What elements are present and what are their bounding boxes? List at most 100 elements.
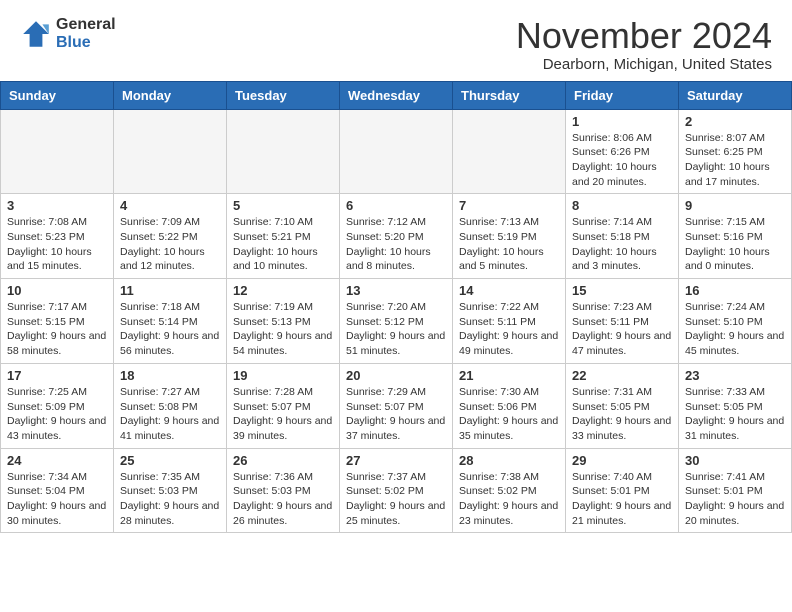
day-number: 30 [685,453,785,468]
calendar-day-cell: 28 Sunrise: 7:38 AMSunset: 5:02 PMDayligh… [453,448,566,533]
day-number: 25 [120,453,220,468]
calendar-day-cell: 22 Sunrise: 7:31 AMSunset: 5:05 PMDayligh… [566,363,679,448]
day-number: 6 [346,198,446,213]
day-info: Sunrise: 8:07 AMSunset: 6:25 PMDaylight:… [685,131,785,190]
col-saturday: Saturday [679,81,792,109]
calendar-day-cell: 9Sunrise: 7:15 AMSunset: 5:16 PMDaylight… [679,194,792,279]
day-info: Sunrise: 7:33 AMSunset: 5:05 PMDaylight:… [685,385,785,444]
day-number: 24 [7,453,107,468]
logo: General Blue [20,16,116,51]
day-number: 8 [572,198,672,213]
day-info: Sunrise: 7:40 AMSunset: 5:01 PMDaylight:… [572,470,672,529]
calendar-day-cell: 15 Sunrise: 7:23 AMSunset: 5:11 PMDayligh… [566,279,679,364]
calendar-day-cell: 1Sunrise: 8:06 AMSunset: 6:26 PMDaylight… [566,109,679,194]
day-info: Sunrise: 7:24 AMSunset: 5:10 PMDaylight:… [685,300,785,359]
day-info: Sunrise: 7:38 AMSunset: 5:02 PMDaylight:… [459,470,559,529]
calendar-day-cell [114,109,227,194]
day-number: 16 [685,283,785,298]
calendar-day-cell: 16 Sunrise: 7:24 AMSunset: 5:10 PMDayligh… [679,279,792,364]
day-number: 3 [7,198,107,213]
calendar-day-cell: 13Sunrise: 7:20 AMSunset: 5:12 PMDayligh… [340,279,453,364]
day-info: Sunrise: 7:37 AMSunset: 5:02 PMDaylight:… [346,470,446,529]
day-info: Sunrise: 7:18 AMSunset: 5:14 PMDaylight:… [120,300,220,359]
day-number: 1 [572,114,672,129]
day-info: Sunrise: 7:23 AMSunset: 5:11 PMDaylight:… [572,300,672,359]
day-info: Sunrise: 7:12 AMSunset: 5:20 PMDaylight:… [346,215,446,274]
day-number: 2 [685,114,785,129]
calendar-day-cell: 24Sunrise: 7:34 AMSunset: 5:04 PMDayligh… [1,448,114,533]
calendar-day-cell: 27 Sunrise: 7:37 AMSunset: 5:02 PMDayligh… [340,448,453,533]
day-info: Sunrise: 7:20 AMSunset: 5:12 PMDaylight:… [346,300,446,359]
calendar-day-cell: 29 Sunrise: 7:40 AMSunset: 5:01 PMDayligh… [566,448,679,533]
calendar-table: Sunday Monday Tuesday Wednesday Thursday… [0,81,792,534]
logo-blue-text: Blue [56,34,116,52]
day-info: Sunrise: 7:31 AMSunset: 5:05 PMDaylight:… [572,385,672,444]
calendar-week-row: 1Sunrise: 8:06 AMSunset: 6:26 PMDaylight… [1,109,792,194]
calendar-day-cell: 20 Sunrise: 7:29 AMSunset: 5:07 PMDayligh… [340,363,453,448]
day-number: 15 [572,283,672,298]
day-number: 10 [7,283,107,298]
day-number: 4 [120,198,220,213]
day-number: 20 [346,368,446,383]
col-thursday: Thursday [453,81,566,109]
day-info: Sunrise: 7:13 AMSunset: 5:19 PMDaylight:… [459,215,559,274]
day-number: 23 [685,368,785,383]
day-number: 26 [233,453,333,468]
day-info: Sunrise: 7:27 AMSunset: 5:08 PMDaylight:… [120,385,220,444]
logo-general-text: General [56,16,116,34]
day-number: 29 [572,453,672,468]
day-info: Sunrise: 7:35 AMSunset: 5:03 PMDaylight:… [120,470,220,529]
calendar-day-cell: 10 Sunrise: 7:17 AMSunset: 5:15 PMDayligh… [1,279,114,364]
calendar-day-cell: 12Sunrise: 7:19 AMSunset: 5:13 PMDayligh… [227,279,340,364]
calendar-day-cell: 5Sunrise: 7:10 AMSunset: 5:21 PMDaylight… [227,194,340,279]
day-number: 27 [346,453,446,468]
month-title: November 2024 [516,16,772,56]
day-info: Sunrise: 7:09 AMSunset: 5:22 PMDaylight:… [120,215,220,274]
calendar-day-cell: 25 Sunrise: 7:35 AMSunset: 5:03 PMDayligh… [114,448,227,533]
day-number: 19 [233,368,333,383]
calendar-week-row: 10 Sunrise: 7:17 AMSunset: 5:15 PMDayligh… [1,279,792,364]
day-info: Sunrise: 7:19 AMSunset: 5:13 PMDaylight:… [233,300,333,359]
calendar-day-cell: 30 Sunrise: 7:41 AMSunset: 5:01 PMDayligh… [679,448,792,533]
calendar-day-cell [1,109,114,194]
day-number: 22 [572,368,672,383]
day-info: Sunrise: 7:08 AMSunset: 5:23 PMDaylight:… [7,215,107,274]
calendar-day-cell: 23 Sunrise: 7:33 AMSunset: 5:05 PMDayligh… [679,363,792,448]
calendar-day-cell: 2 Sunrise: 8:07 AMSunset: 6:25 PMDaylight… [679,109,792,194]
calendar-day-cell [453,109,566,194]
calendar-week-row: 3 Sunrise: 7:08 AMSunset: 5:23 PMDaylight… [1,194,792,279]
day-info: Sunrise: 7:17 AMSunset: 5:15 PMDaylight:… [7,300,107,359]
title-section: November 2024 Dearborn, Michigan, United… [516,16,772,73]
calendar-day-cell: 7Sunrise: 7:13 AMSunset: 5:19 PMDaylight… [453,194,566,279]
day-number: 21 [459,368,559,383]
day-number: 18 [120,368,220,383]
calendar-day-cell: 18 Sunrise: 7:27 AMSunset: 5:08 PMDayligh… [114,363,227,448]
col-sunday: Sunday [1,81,114,109]
col-tuesday: Tuesday [227,81,340,109]
day-info: Sunrise: 7:28 AMSunset: 5:07 PMDaylight:… [233,385,333,444]
location-text: Dearborn, Michigan, United States [516,56,772,73]
calendar-day-cell [227,109,340,194]
day-number: 14 [459,283,559,298]
calendar-day-cell: 19 Sunrise: 7:28 AMSunset: 5:07 PMDayligh… [227,363,340,448]
calendar-day-cell: 3 Sunrise: 7:08 AMSunset: 5:23 PMDaylight… [1,194,114,279]
calendar-week-row: 17Sunrise: 7:25 AMSunset: 5:09 PMDayligh… [1,363,792,448]
day-info: Sunrise: 7:14 AMSunset: 5:18 PMDaylight:… [572,215,672,274]
col-monday: Monday [114,81,227,109]
day-number: 28 [459,453,559,468]
calendar-day-cell: 14 Sunrise: 7:22 AMSunset: 5:11 PMDayligh… [453,279,566,364]
day-number: 11 [120,283,220,298]
col-wednesday: Wednesday [340,81,453,109]
day-number: 5 [233,198,333,213]
day-number: 17 [7,368,107,383]
day-info: Sunrise: 7:41 AMSunset: 5:01 PMDaylight:… [685,470,785,529]
calendar-day-cell: 21 Sunrise: 7:30 AMSunset: 5:06 PMDayligh… [453,363,566,448]
calendar-header-row: Sunday Monday Tuesday Wednesday Thursday… [1,81,792,109]
day-info: Sunrise: 7:36 AMSunset: 5:03 PMDaylight:… [233,470,333,529]
page-header: General Blue November 2024 Dearborn, Mic… [0,0,792,81]
day-info: Sunrise: 7:30 AMSunset: 5:06 PMDaylight:… [459,385,559,444]
calendar-day-cell: 6 Sunrise: 7:12 AMSunset: 5:20 PMDaylight… [340,194,453,279]
day-info: Sunrise: 7:29 AMSunset: 5:07 PMDaylight:… [346,385,446,444]
calendar-day-cell: 4 Sunrise: 7:09 AMSunset: 5:22 PMDaylight… [114,194,227,279]
day-info: Sunrise: 7:22 AMSunset: 5:11 PMDaylight:… [459,300,559,359]
